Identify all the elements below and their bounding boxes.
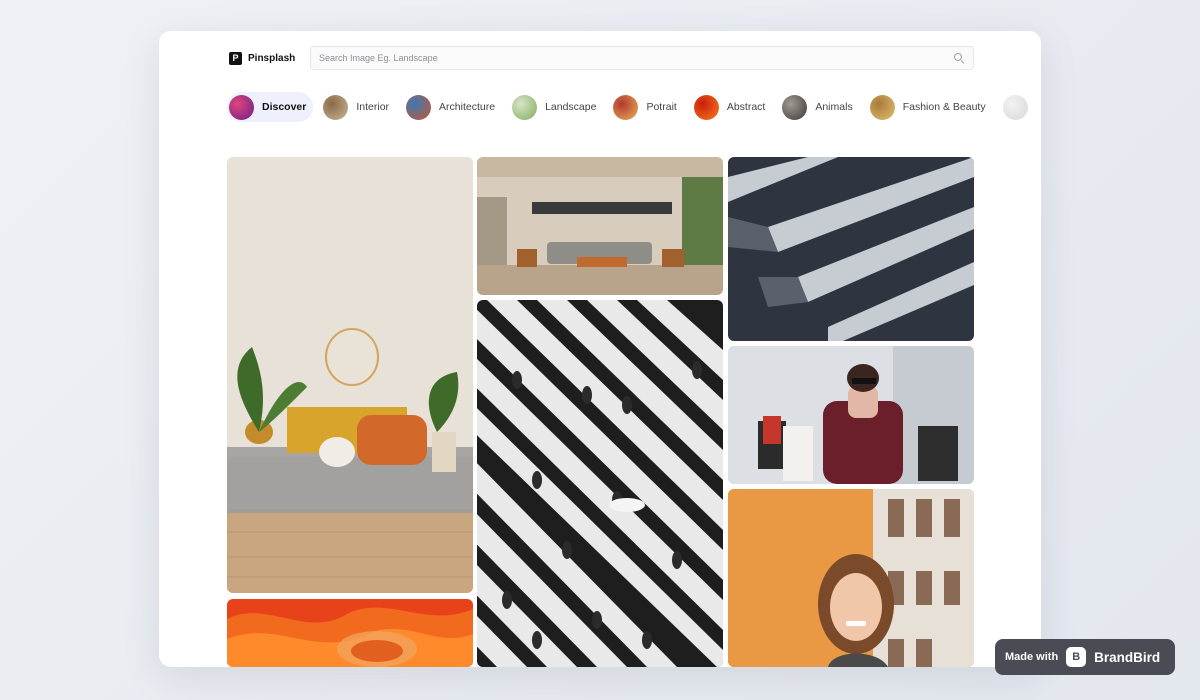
category-chip-discover[interactable]: Discover [227,92,314,122]
category-label: Discover [262,101,307,113]
category-chip-potrait[interactable]: Potrait [611,92,684,122]
category-label: Animals [815,101,853,113]
interior-thumb [323,94,349,120]
header: P Pinsplash [229,46,974,70]
category-chip-architecture[interactable]: Architecture [404,92,503,122]
potrait-thumb [613,94,639,120]
made-with-badge[interactable]: Made with B BrandBird [995,639,1175,675]
category-chip-interior[interactable]: Interior [321,92,397,122]
brandbird-name: BrandBird [1094,649,1161,665]
category-chip-abstract[interactable]: Abstract [691,92,773,122]
category-label: Fashion & Beauty [902,101,986,113]
made-with-text: Made with [1005,651,1059,663]
category-label: Potrait [646,101,677,113]
image-grid [227,157,974,667]
app-window: P Pinsplash Discover Interior Architectu… [159,31,1041,667]
discover-thumb [229,94,254,120]
category-bar: Discover Interior Architecture Landscape… [227,92,1041,122]
search-bar[interactable] [310,46,974,70]
photo-portrait-woman[interactable] [728,489,974,667]
search-icon[interactable] [953,52,965,64]
search-input[interactable] [319,53,953,63]
photo-architecture-facade[interactable] [728,157,974,341]
app-name: Pinsplash [248,52,296,64]
photo-fashion-shopping[interactable] [728,346,974,484]
category-chip-more[interactable] [1000,92,1041,122]
animals-thumb [782,94,808,120]
logo-icon: P [229,51,242,65]
category-label: Interior [356,101,390,113]
category-label: Architecture [439,101,496,113]
photo-interior-living-room[interactable] [227,157,473,593]
logo[interactable]: P Pinsplash [229,51,310,65]
category-chip-fashion-beauty[interactable]: Fashion & Beauty [867,92,993,122]
landscape-thumb [512,94,538,120]
category-label: Landscape [545,101,597,113]
architecture-thumb [406,94,432,120]
photo-crosswalk-crowd[interactable] [477,300,723,667]
photo-abstract-orange[interactable] [227,599,473,667]
photo-modern-living-room[interactable] [477,157,723,295]
brandbird-icon: B [1066,647,1087,667]
fashion-thumb [869,94,895,120]
category-chip-landscape[interactable]: Landscape [510,92,604,122]
more-thumb [1002,94,1028,120]
category-chip-animals[interactable]: Animals [780,92,860,122]
abstract-thumb [693,94,719,120]
category-label: Abstract [726,101,766,113]
